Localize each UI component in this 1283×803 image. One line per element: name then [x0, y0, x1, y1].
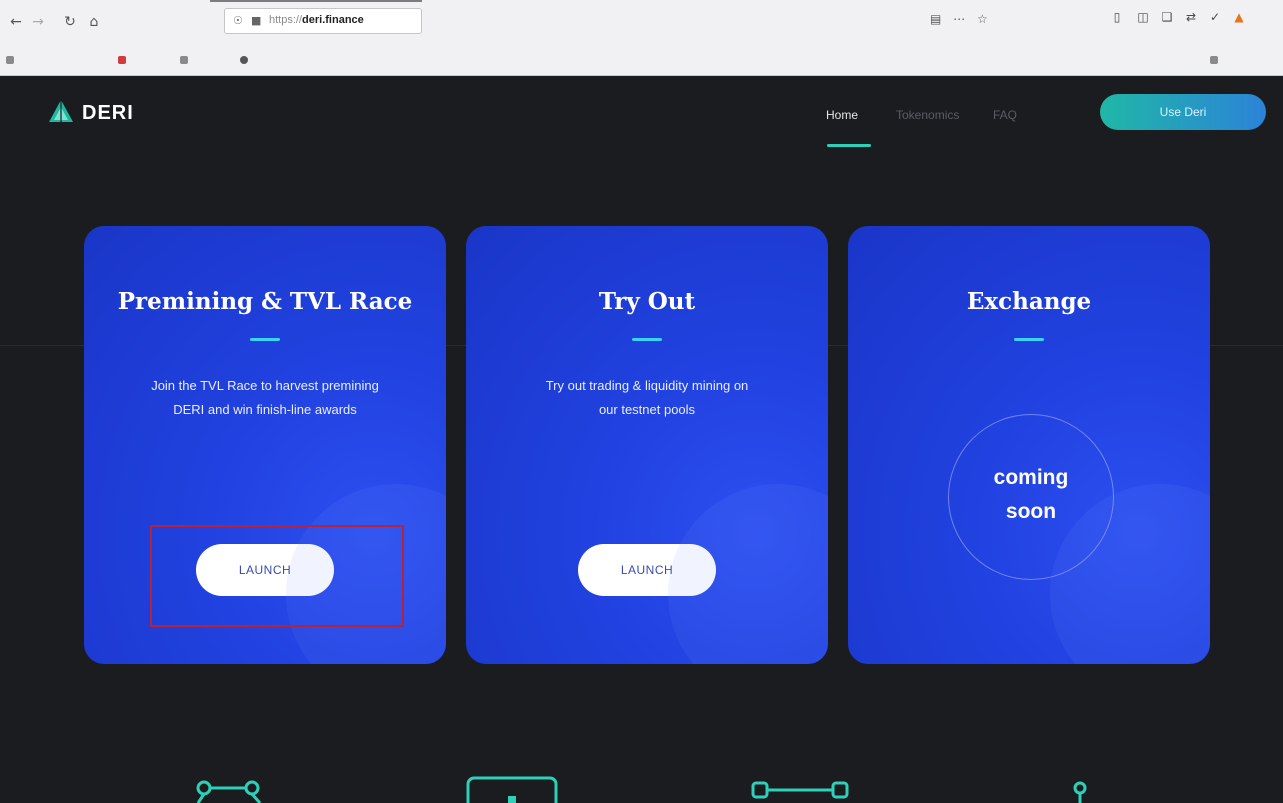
card-description: Join the TVL Race to harvest premining D… — [104, 374, 426, 422]
logo-text: DERI — [82, 102, 134, 124]
bookmark-star-icon[interactable]: ☆ — [977, 12, 992, 26]
monitor-icon — [466, 776, 558, 803]
page-actions: ▤ ⋯ ☆ — [930, 12, 992, 26]
card-description-line: DERI and win finish-line awards — [173, 402, 357, 417]
deri-logo-icon — [49, 100, 73, 122]
exchange-card: Exchange coming soon — [848, 226, 1210, 664]
home-icon[interactable]: ⌂ — [86, 14, 102, 30]
card-title-rule — [1014, 338, 1044, 341]
bookmark-item[interactable] — [6, 55, 17, 66]
coming-soon-line: soon — [1005, 500, 1057, 523]
network-node-icon — [196, 780, 262, 803]
try-out-card: Try Out Try out trading & liquidity mini… — [466, 226, 828, 664]
metamask-icon[interactable]: ▲ — [1232, 10, 1246, 24]
site-header: DERI Home Tokenomics FAQ Use Deri — [0, 77, 1283, 147]
card-title: Try Out — [598, 288, 696, 315]
shield-icon[interactable]: ☉ — [233, 14, 243, 27]
nav-home[interactable]: Home — [826, 108, 858, 122]
coming-soon-text: coming soon — [949, 461, 1113, 529]
back-icon[interactable]: ← — [8, 14, 24, 30]
sync-icon[interactable]: ⇄ — [1184, 10, 1198, 24]
card-title: Premining & TVL Race — [117, 288, 413, 315]
try-out-launch-button[interactable]: LAUNCH — [578, 544, 716, 596]
nav-faq[interactable]: FAQ — [993, 108, 1017, 122]
pocket-icon[interactable]: ✓ — [1208, 10, 1222, 24]
bookmark-item[interactable] — [180, 55, 191, 66]
card-description-line: our testnet pools — [598, 402, 696, 417]
reload-icon[interactable]: ↻ — [62, 14, 78, 30]
card-description-line: Join the TVL Race to harvest premining — [151, 378, 379, 393]
url-text[interactable]: https://deri.finance — [269, 14, 364, 26]
use-deri-button[interactable]: Use Deri — [1100, 94, 1266, 130]
card-description: Try out trading & liquidity mining on ou… — [486, 374, 808, 422]
coming-soon-line: coming — [993, 466, 1069, 489]
bookmarks-toolbar — [0, 50, 1283, 74]
library-icon[interactable]: ▯ — [1110, 10, 1124, 24]
reader-view-icon[interactable]: ▤ — [930, 12, 945, 26]
browser-toolbar: ← → ↻ ⌂ ☉ ■ https://deri.finance ▤ ⋯ ☆ ▯… — [0, 0, 1283, 42]
more-actions-icon[interactable]: ⋯ — [953, 12, 969, 26]
address-bar[interactable]: ☉ ■ https://deri.finance — [224, 8, 422, 34]
bookmark-item[interactable] — [240, 55, 251, 66]
card-title-rule — [250, 338, 280, 341]
card-description-line: Try out trading & liquidity mining on — [545, 378, 749, 393]
browser-chrome: ← → ↻ ⌂ ☉ ■ https://deri.finance ▤ ⋯ ☆ ▯… — [0, 0, 1283, 76]
url-host: deri.finance — [302, 14, 364, 26]
chain-link-icon — [751, 781, 849, 799]
url-scheme: https:// — [269, 14, 303, 26]
forward-icon[interactable]: → — [30, 14, 46, 30]
screenshot-icon[interactable]: ❏ — [1160, 10, 1174, 24]
coming-soon-badge: coming soon — [948, 414, 1114, 580]
lock-icon[interactable]: ■ — [251, 14, 261, 27]
location-pin-icon — [1073, 781, 1087, 803]
bookmark-item[interactable] — [118, 55, 129, 66]
nav-tokenomics[interactable]: Tokenomics — [896, 108, 959, 122]
bookmark-item[interactable] — [1210, 55, 1221, 66]
active-tab-indicator — [210, 0, 422, 6]
sidebar-icon[interactable]: ◫ — [1136, 10, 1150, 24]
card-title: Exchange — [966, 288, 1092, 315]
card-title-rule — [632, 338, 662, 341]
annotation-highlight-box — [150, 525, 404, 627]
